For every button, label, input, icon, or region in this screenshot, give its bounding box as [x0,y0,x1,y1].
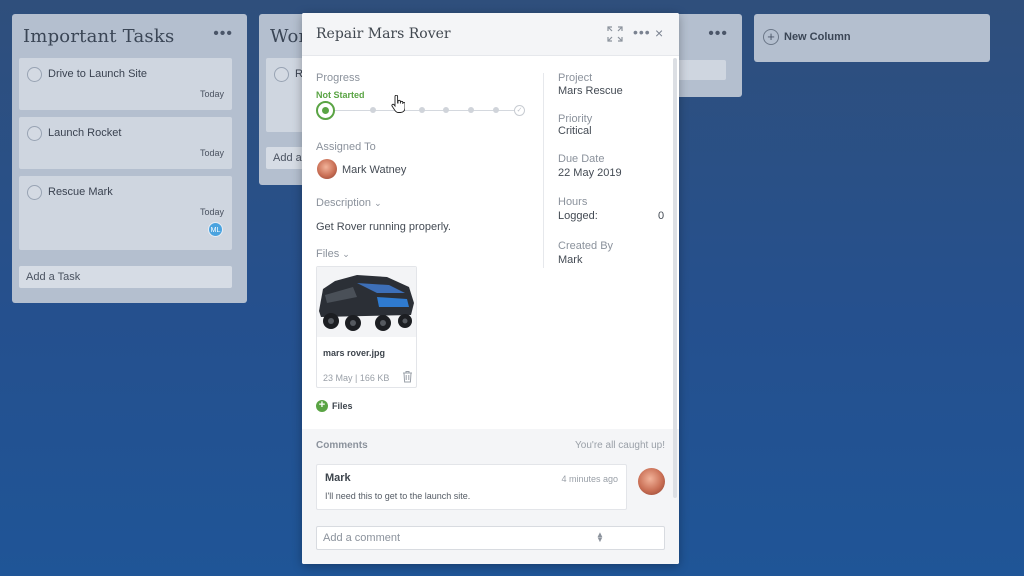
description-label-text: Description [316,197,372,209]
files-label[interactable]: Files ⌄ [316,248,350,260]
comment-author: Mark [325,472,351,484]
complete-checkbox[interactable] [27,67,42,82]
task-card[interactable] [676,60,726,80]
progress-step[interactable] [443,107,449,113]
progress-step[interactable] [468,107,474,113]
task-card[interactable]: Rescue Mark Today ML [19,176,232,250]
trash-icon[interactable] [402,370,413,383]
column-menu-icon[interactable]: ••• [213,25,233,43]
file-thumbnail-image [317,267,416,337]
created-by-value: Mark [558,254,583,266]
due-date-label: Due Date [558,153,605,165]
new-column-button[interactable]: + New Column [754,14,990,62]
column-title: Important Tasks [23,26,175,47]
hand-cursor-icon [391,95,405,113]
close-icon[interactable]: × [655,25,663,41]
progress-status: Not Started [316,90,365,100]
column-menu-icon[interactable]: ••• [708,25,728,43]
scrollbar[interactable] [673,58,677,498]
task-title: Launch Rocket [48,127,122,139]
add-files-button[interactable]: Files [332,401,353,411]
task-title: Drive to Launch Site [48,68,148,80]
comment-time: 4 minutes ago [561,474,618,484]
description-label[interactable]: Description ⌄ [316,197,382,209]
task-detail-modal: Repair Mars Rover ••• × Progress Not Sta… [302,13,679,564]
complete-checkbox[interactable] [27,185,42,200]
complete-checkbox[interactable] [27,126,42,141]
progress-step[interactable] [419,107,425,113]
task-card[interactable]: Drive to Launch Site Today [19,58,232,110]
add-task-input[interactable]: Add a Task [19,266,232,288]
project-label: Project [558,72,593,84]
column-divider [543,73,544,268]
files-label-text: Files [316,248,340,260]
caught-up-text: You're all caught up! [575,440,665,451]
more-options-icon[interactable]: ••• [633,24,651,40]
plus-icon: + [763,29,779,45]
comments-label: Comments [316,440,368,451]
task-date: Today [199,89,224,99]
avatar [317,159,337,179]
created-by-label: Created By [558,240,614,252]
file-name[interactable]: mars rover.jpg [323,348,385,358]
task-title[interactable]: Repair Mars Rover [316,26,451,42]
resize-arrows-icon[interactable]: ▲ ▼ [596,531,604,544]
comment-text: I'll need this to get to the launch site… [325,491,471,501]
task-card[interactable]: Launch Rocket Today [19,117,232,169]
file-card[interactable]: mars rover.jpg 23 May | 166 KB [316,266,417,388]
new-column-label: New Column [784,31,851,43]
priority-value[interactable]: Critical [558,125,592,137]
project-value[interactable]: Mars Rescue [558,85,623,97]
task-date: Today [199,207,224,217]
avatar [638,468,665,495]
hours-label: Hours [558,196,588,208]
assignee-name[interactable]: Mark Watney [342,164,406,176]
description-text[interactable]: Get Rover running properly. [316,221,451,233]
progress-label: Progress [316,72,361,84]
column-important-tasks: Important Tasks ••• Drive to Launch Site… [12,14,247,303]
progress-step[interactable] [493,107,499,113]
column-partial: ••• [676,14,742,97]
logged-label: Logged: [558,210,598,222]
modal-header: Repair Mars Rover ••• × [302,13,679,56]
add-files-icon[interactable]: + [316,400,328,412]
logged-value[interactable]: 0 [658,210,664,222]
priority-label: Priority [558,113,593,125]
due-date-value[interactable]: 22 May 2019 [558,167,622,179]
task-title: Rescue Mark [48,186,113,198]
avatar: ML [208,222,223,237]
comment-input[interactable] [316,526,665,550]
chevron-down-icon: ⌄ [374,198,382,208]
progress-step-complete[interactable]: ✓ [514,105,525,116]
comments-section: Comments You're all caught up! Mark 4 mi… [302,429,679,564]
complete-checkbox[interactable] [274,67,289,82]
progress-step-not-started[interactable] [316,101,335,120]
progress-step[interactable] [370,107,376,113]
assigned-label: Assigned To [316,141,376,153]
comment-item: Mark 4 minutes ago I'll need this to get… [316,464,627,510]
file-meta: 23 May | 166 KB [323,373,390,383]
expand-icon[interactable] [607,26,623,42]
chevron-down-icon: ⌄ [342,249,350,259]
task-date: Today [199,148,224,158]
